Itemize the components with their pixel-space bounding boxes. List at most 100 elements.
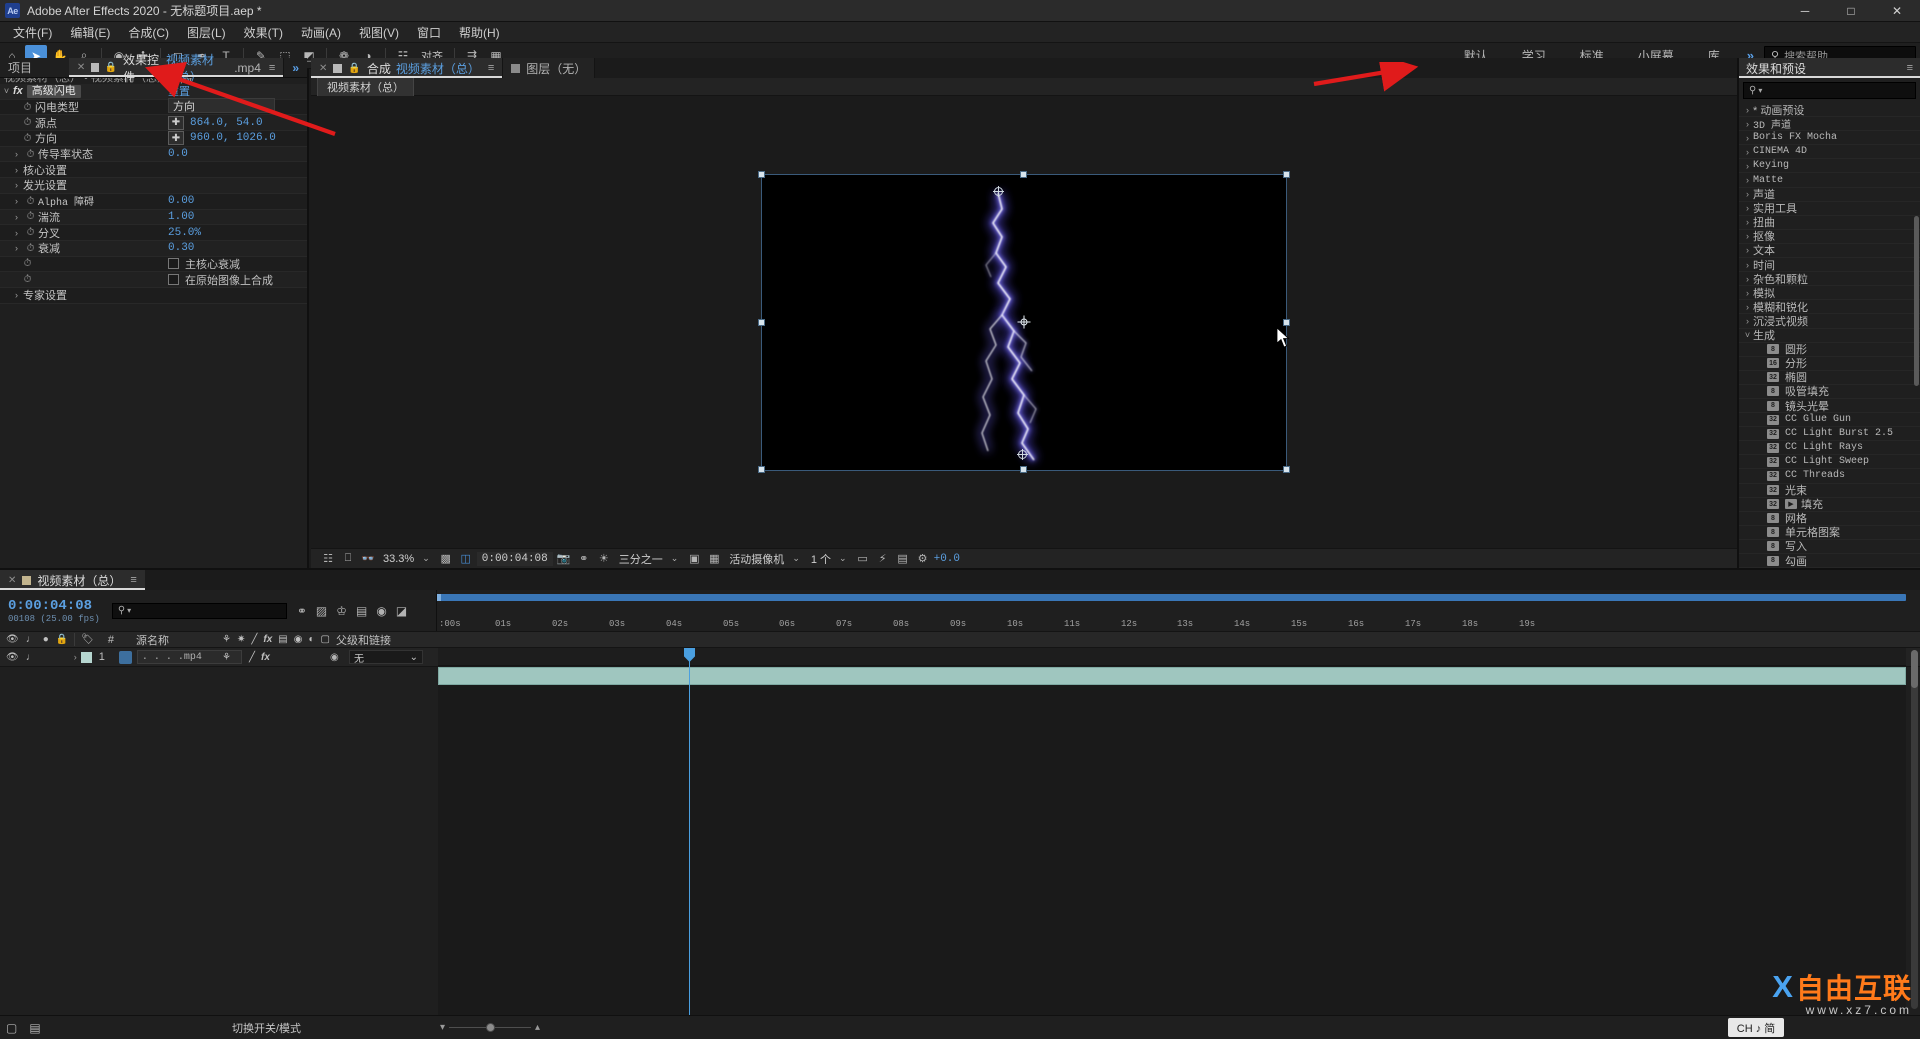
chevron-down-icon[interactable]: ⌄ — [837, 553, 852, 564]
chevron-right-icon[interactable]: › — [1742, 245, 1753, 255]
maximize-button[interactable]: □ — [1828, 0, 1874, 22]
fit-to-screen-icon[interactable]: ⎕ — [339, 551, 357, 567]
timeline-ruler[interactable]: :00s 01s 02s 03s 04s 05s 06s 07s 08s 09s… — [437, 590, 1920, 631]
motion-blur-icon[interactable]: ◉ — [376, 604, 386, 618]
chevron-right-icon[interactable]: › — [10, 290, 23, 300]
video-visibility-icon[interactable]: 👁 — [6, 634, 19, 645]
effect-item-cc-glue-gun[interactable]: 32 CC Glue Gun — [1739, 413, 1920, 428]
turbulence-value[interactable]: 1.00 — [168, 211, 194, 223]
tab-layer[interactable]: 图层（无） — [503, 58, 596, 78]
timeline-search-input[interactable]: ⚲ ▾ — [111, 602, 287, 619]
effect-item-fractal[interactable]: 16 分形 — [1739, 357, 1920, 371]
stopwatch-icon[interactable]: ⏱ — [23, 211, 38, 222]
tab-composition[interactable]: ✕ 🔒 合成 视频素材（总） ≡ — [311, 58, 504, 78]
fx-toggle-icon[interactable]: fx — [261, 652, 270, 663]
close-icon[interactable]: ✕ — [8, 575, 16, 586]
column-index-header[interactable]: # — [108, 634, 114, 646]
work-area-bar[interactable] — [437, 594, 1906, 601]
channels-icon[interactable]: ☀ — [595, 551, 613, 567]
show-snapshot-icon[interactable]: ⚭ — [575, 551, 593, 567]
effects-list-scrollbar[interactable] — [1914, 216, 1919, 386]
selection-handle-tl[interactable] — [758, 170, 765, 178]
column-source-name-header[interactable]: 源名称 — [136, 632, 169, 648]
effect-item-cc-light-burst-25[interactable]: 32 CC Light Burst 2.5 — [1739, 427, 1920, 442]
current-timecode[interactable]: 0:00:04:08 — [8, 598, 100, 614]
render-queue-icon[interactable]: ▢ — [6, 1021, 17, 1035]
audio-icon[interactable]: ♩ — [26, 634, 36, 645]
renderer-options-icon[interactable]: ⚙ — [914, 551, 932, 567]
effect-item-beam[interactable]: 32 光束 — [1739, 484, 1920, 498]
chevron-right-icon[interactable]: › — [10, 165, 23, 175]
playhead[interactable] — [684, 648, 695, 1015]
quality-icon[interactable]: ╱ — [251, 634, 257, 645]
frame-blend-icon[interactable]: ▤ — [29, 1021, 40, 1035]
chevron-right-icon[interactable]: › — [10, 180, 23, 190]
chevron-right-icon[interactable]: › — [10, 196, 23, 206]
tab-overflow-button[interactable]: » — [284, 58, 307, 77]
selection-handle-bc[interactable] — [1020, 465, 1027, 473]
effect-item-cell-pattern[interactable]: 8 单元格图案 — [1739, 526, 1920, 540]
zoom-slider-knob[interactable] — [485, 1023, 495, 1032]
panel-menu-icon[interactable]: ≡ — [1907, 62, 1913, 74]
composition-mini-flowchart-icon[interactable]: ⚭ — [297, 604, 307, 618]
minimize-button[interactable]: ─ — [1782, 0, 1828, 22]
property-row-forking[interactable]: › ⏱ 分叉 25.0% — [0, 225, 307, 241]
toggle-switches-modes-label[interactable]: 切换开关/模式 — [232, 1020, 301, 1036]
main-core-decay-checkbox[interactable] — [168, 258, 179, 270]
lock-icon[interactable]: 🔒 — [105, 62, 117, 73]
timeline-zoom-slider[interactable]: ▾ ▴ — [440, 1022, 540, 1033]
selection-handle-tr[interactable] — [1283, 170, 1290, 178]
stopwatch-icon[interactable]: ⏱ — [23, 243, 38, 254]
chevron-right-icon[interactable]: › — [1742, 274, 1753, 284]
effect-item-circle[interactable]: 8 圆形 — [1739, 343, 1920, 357]
3d-glasses-icon[interactable]: 👓 — [359, 551, 377, 567]
stopwatch-icon[interactable]: ⏱ — [20, 133, 35, 144]
lightning-type-dropdown[interactable]: 方向 — [168, 98, 275, 114]
stopwatch-icon[interactable]: ⏱ — [23, 227, 38, 238]
chevron-right-icon[interactable]: › — [1742, 217, 1753, 227]
timeline-track-area[interactable] — [438, 648, 1906, 1015]
property-row-decay[interactable]: › ⏱ 衰减 0.30 — [0, 240, 307, 257]
chevron-right-icon[interactable]: › — [1742, 288, 1753, 298]
conductivity-value[interactable]: 0.0 — [168, 148, 188, 160]
region-interest-toggle-icon[interactable]: ▣ — [685, 551, 703, 567]
ime-indicator[interactable]: CH ♪ 简 — [1728, 1018, 1784, 1037]
menu-help[interactable]: 帮助(H) — [450, 22, 509, 43]
effects-tree-list[interactable]: › * 动画预设 › 3D 声道 › Boris FX Mocha › CINE… — [1739, 103, 1920, 568]
chevron-right-icon[interactable]: › — [1742, 133, 1753, 143]
chevron-right-icon[interactable]: › — [74, 652, 77, 662]
stopwatch-icon[interactable]: ⏱ — [20, 117, 35, 128]
anchor-point[interactable] — [1017, 315, 1031, 329]
layer-duration-bar[interactable] — [438, 667, 1906, 685]
zoom-in-icon[interactable]: ▴ — [535, 1022, 540, 1033]
property-row-conductivity[interactable]: › ⏱ 传导率状态 0.0 — [0, 146, 307, 163]
tab-project[interactable]: 项目 — [0, 58, 69, 77]
tab-timeline-comp[interactable]: ✕ 视频素材（总） ≡ — [0, 570, 145, 590]
chevron-down-icon[interactable]: ⌄ — [410, 652, 418, 663]
scrollbar-thumb[interactable] — [1911, 650, 1918, 688]
composite-on-original-checkbox[interactable] — [168, 274, 179, 286]
timecode-display[interactable]: 0:00:04:08 00108 (25.00 fps) — [8, 598, 100, 624]
chevron-right-icon[interactable]: › — [10, 149, 23, 159]
hide-shy-layers-icon[interactable]: ♔ — [336, 604, 347, 618]
property-row-main-core-decay[interactable]: ⏱ 主核心衰减 — [0, 256, 307, 273]
property-row-alpha-obstacle[interactable]: › ⏱ Alpha 障碍 0.00 — [0, 193, 307, 210]
effect-item-vegas[interactable]: 8 勾画 — [1739, 554, 1920, 568]
chevron-right-icon[interactable]: › — [1742, 260, 1753, 270]
effect-item-ellipse[interactable]: 32 椭圆 — [1739, 371, 1920, 385]
collapse-transform-icon[interactable]: ✷ — [237, 634, 245, 645]
selection-handle-ml[interactable] — [758, 318, 765, 326]
composition-frame[interactable] — [758, 170, 1290, 473]
selection-handle-mr[interactable] — [1283, 318, 1290, 326]
graph-editor-icon[interactable]: ◪ — [396, 604, 407, 618]
comp-viewer-subtab[interactable]: 视频素材（总） — [317, 76, 414, 97]
menu-layer[interactable]: 图层(L) — [178, 22, 235, 43]
chevron-down-icon[interactable]: ⌄ — [790, 553, 805, 564]
effect-point-origin[interactable] — [993, 185, 1004, 197]
crosshair-icon[interactable]: ✚ — [168, 131, 184, 146]
tab-effect-controls[interactable]: ✕ 🔒 效果控件 视频素材（总） .mp4 ≡ — [68, 53, 285, 84]
resolution-value[interactable]: 三分之一 — [615, 551, 667, 567]
effects-category-boris-fx-mocha[interactable]: › Boris FX Mocha — [1739, 131, 1920, 146]
3d-layer-icon[interactable]: ▢ — [321, 634, 330, 645]
fx-icon[interactable]: fx — [263, 634, 272, 645]
